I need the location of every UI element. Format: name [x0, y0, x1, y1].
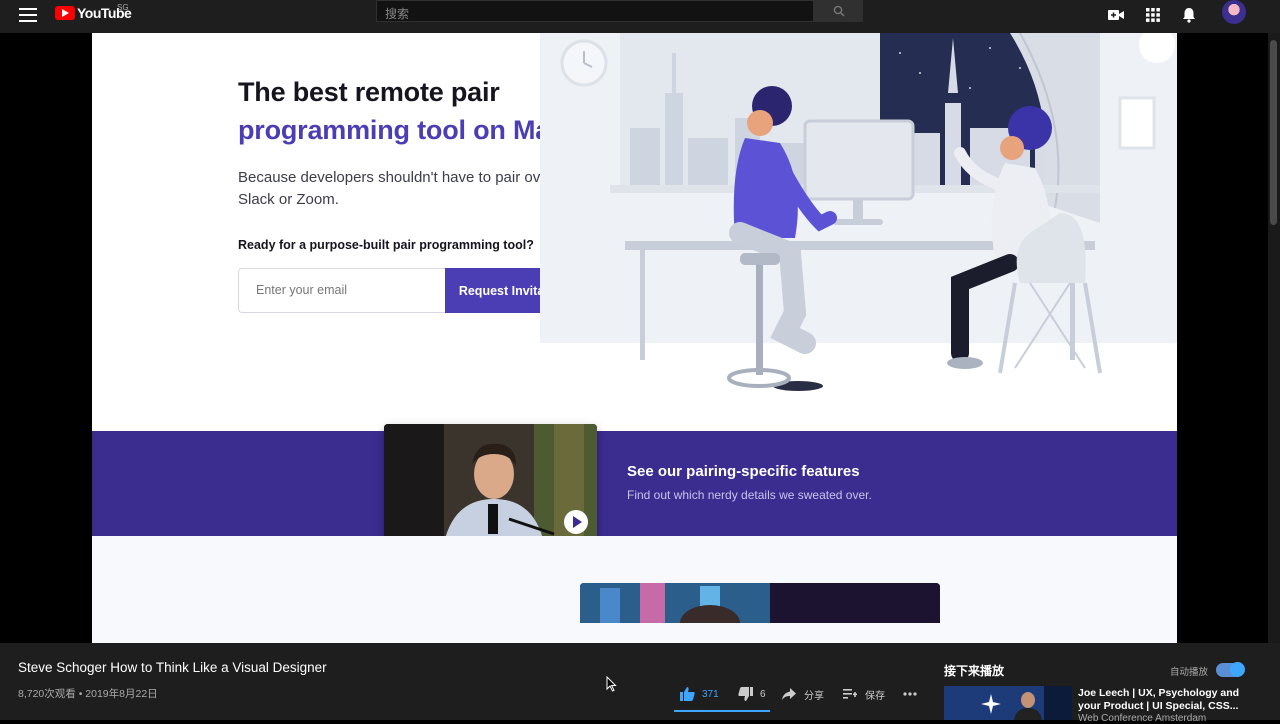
hero-title-line2: programming tool on Mac: [238, 115, 565, 145]
hero-title-line1: The best remote pair: [238, 77, 500, 107]
user-avatar[interactable]: [1222, 0, 1246, 24]
share-icon: [782, 688, 796, 700]
next-video-channel: Web Conference Amsterdam: [1078, 713, 1207, 724]
dislike-count: 6: [760, 688, 766, 700]
hero-question: Ready for a purpose-built pair programmi…: [238, 238, 534, 252]
mouse-cursor-icon: [606, 676, 617, 692]
autoplay-label: 自动播放: [1170, 667, 1209, 678]
bell-icon: [1183, 8, 1195, 23]
feature-video-thumbnail[interactable]: [384, 424, 597, 543]
next-video-title[interactable]: Joe Leech | UX, Psychology and your Prod…: [1078, 687, 1248, 712]
hero-illustration: [540, 33, 1177, 391]
lower-section-image: [580, 583, 940, 623]
video-meta: 8,720次观看 • 2019年8月22日: [18, 688, 158, 700]
apps-grid-icon: [1146, 8, 1160, 22]
next-video-image: [944, 686, 1072, 720]
like-count: 371: [702, 688, 719, 700]
more-horizontal-icon: [903, 692, 917, 696]
save-label: 保存: [865, 690, 885, 702]
notifications-button[interactable]: [1180, 4, 1198, 26]
search-icon: [833, 5, 845, 17]
thumbs-up-icon: [680, 687, 695, 701]
search-input[interactable]: 搜索: [376, 0, 814, 22]
share-button[interactable]: 分享: [782, 686, 824, 702]
thumbs-down-icon: [738, 687, 753, 701]
playlist-add-icon: [843, 689, 857, 699]
next-video-thumbnail[interactable]: [944, 686, 1072, 720]
email-input[interactable]: Enter your email: [238, 268, 446, 313]
features-subtitle: Find out which nerdy details we sweated …: [627, 488, 872, 502]
play-icon[interactable]: [564, 510, 588, 534]
hamburger-menu-icon[interactable]: [19, 6, 37, 24]
features-banner[interactable]: [92, 431, 1177, 536]
region-code: SG: [117, 3, 129, 12]
like-button[interactable]: 371: [680, 686, 719, 702]
up-next-heading: 接下来播放: [944, 664, 1005, 678]
video-camera-icon: [1108, 10, 1124, 20]
share-label: 分享: [804, 690, 824, 702]
scrollbar-thumb[interactable]: [1270, 40, 1277, 225]
youtube-play-icon: [55, 6, 75, 20]
video-title: Steve Schoger How to Think Like a Visual…: [18, 660, 327, 675]
search-button[interactable]: [814, 0, 863, 22]
more-actions-button[interactable]: [903, 686, 917, 702]
like-ratio-bar-fill: [674, 710, 770, 712]
hero-subtitle: Because developers shouldn't have to pai…: [238, 169, 554, 208]
save-button[interactable]: 保存: [843, 686, 885, 702]
apps-button[interactable]: [1144, 4, 1162, 26]
features-title: See our pairing-specific features: [627, 463, 860, 480]
create-video-button[interactable]: [1106, 4, 1126, 26]
video-content-webpage: The best remote pair programming tool on…: [92, 33, 1177, 643]
autoplay-toggle-knob[interactable]: [1230, 662, 1245, 677]
dislike-button[interactable]: 6: [738, 686, 766, 702]
